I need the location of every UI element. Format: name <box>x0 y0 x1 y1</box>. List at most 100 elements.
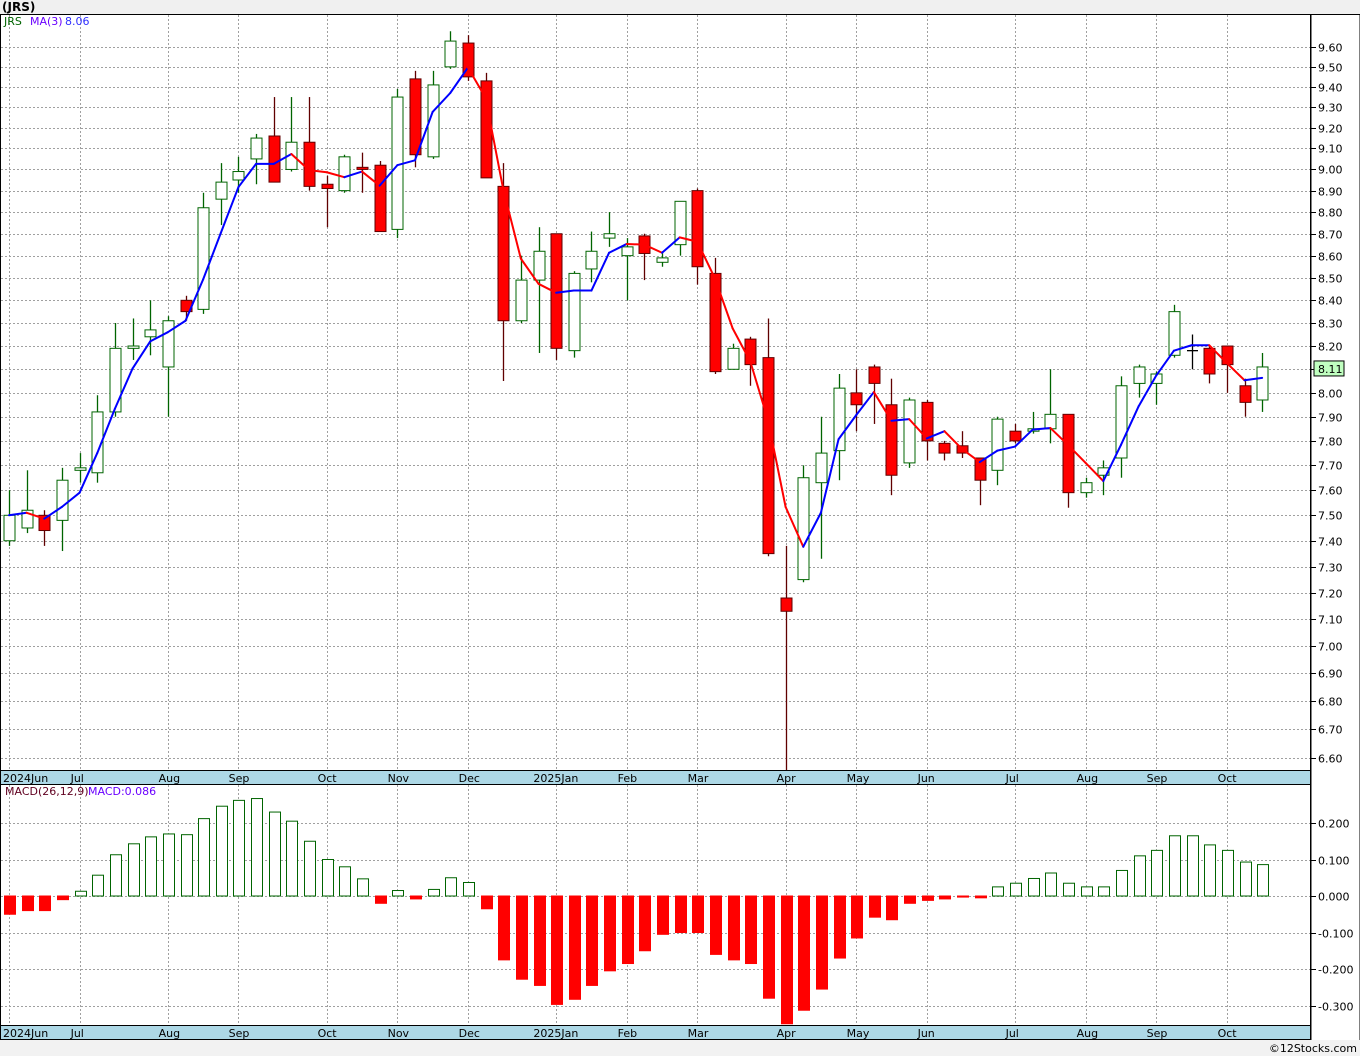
macd-bar <box>286 820 298 897</box>
macd-bar <box>692 895 704 933</box>
price-tick-label: 7.70 <box>1318 460 1343 473</box>
macd-bar <box>498 895 510 961</box>
date-tick-label: Aug <box>1077 772 1098 785</box>
candle <box>197 192 210 314</box>
macd-tick-label: -0.300 <box>1318 1001 1353 1014</box>
candle-body <box>215 181 228 200</box>
candle-body <box>691 190 704 268</box>
macd-bar <box>463 881 475 897</box>
candle <box>797 465 810 583</box>
macd-bar <box>181 834 193 897</box>
date-tick-label: Sep <box>1147 1027 1168 1040</box>
price-tick-label: 9.10 <box>1318 143 1343 156</box>
candle-body <box>727 347 740 370</box>
date-tick-label: Nov <box>388 772 410 785</box>
candle <box>409 70 422 168</box>
macd-bar <box>1028 877 1040 897</box>
date-tick-label: Aug <box>1077 1027 1098 1040</box>
macd-bar <box>304 840 316 897</box>
candle-body <box>144 329 157 338</box>
date-tick-label: Apr <box>777 1027 797 1040</box>
price-tick-label: 7.40 <box>1318 536 1343 549</box>
candle-body <box>197 207 210 310</box>
macd-bar <box>392 890 404 897</box>
candle-body <box>1256 366 1269 401</box>
macd-bar <box>639 895 651 952</box>
macd-bar <box>1010 882 1022 897</box>
candle-body <box>338 156 351 192</box>
candle-body <box>250 137 263 160</box>
chart-title: (JRS) <box>2 0 35 14</box>
macd-bar <box>163 833 175 897</box>
candle <box>338 154 351 193</box>
date-tick-label: Feb <box>618 1027 637 1040</box>
date-tick-label: Apr <box>777 772 797 785</box>
date-tick-label: May <box>847 772 870 785</box>
macd-bar <box>992 886 1004 897</box>
candle <box>568 271 581 358</box>
macd-tick-label: -0.100 <box>1318 928 1353 941</box>
price-tick-label: 8.80 <box>1318 207 1343 220</box>
legend-ma-label: MA(3) <box>30 15 63 28</box>
date-axis-bottom <box>0 1025 1311 1040</box>
candle-body <box>762 357 775 555</box>
price-tick-label: 9.40 <box>1318 82 1343 95</box>
price-tick-label: 7.80 <box>1318 436 1343 449</box>
date-tick-label: Feb <box>618 772 637 785</box>
macd-bar <box>939 895 951 900</box>
candle-body <box>621 246 634 257</box>
macd-bar <box>904 895 916 904</box>
candle-body <box>1115 385 1128 459</box>
candle <box>374 161 387 233</box>
date-tick-label: Nov <box>388 1027 410 1040</box>
date-tick-label: Jun <box>917 772 935 785</box>
date-tick-label: Aug <box>159 772 180 785</box>
copyright: ©12Stocks.com <box>1269 1042 1357 1055</box>
candle-body <box>938 442 951 454</box>
candle-body <box>232 171 245 181</box>
macd-bar <box>410 895 422 900</box>
macd-legend-label: MACD(26,12,9) <box>5 785 89 798</box>
macd-bar <box>869 895 881 918</box>
macd-bar <box>216 805 228 897</box>
macd-bar <box>622 895 634 965</box>
candle-body <box>321 183 334 189</box>
macd-bar <box>534 895 546 986</box>
candle-body <box>868 366 881 384</box>
candle-body <box>991 418 1004 471</box>
date-tick-label: Jul <box>70 1027 84 1040</box>
candle-body <box>833 387 846 452</box>
macd-bar <box>145 836 157 897</box>
candle-body <box>1133 366 1146 384</box>
candle-body <box>1239 385 1252 403</box>
macd-tick-label: 0.100 <box>1318 855 1350 868</box>
macd-bar <box>269 811 281 897</box>
date-tick-label: Oct <box>318 1027 338 1040</box>
price-tick-label: 7.90 <box>1318 412 1343 425</box>
price-tick-label: 7.20 <box>1318 588 1343 601</box>
stock-chart: (JRS) 6.60 6.70 6.80 6.90 7.00 7.10 7.20 7.30 7.… <box>0 0 1360 1056</box>
macd-bar <box>1187 835 1199 897</box>
macd-tick-label: 0.200 <box>1318 818 1350 831</box>
candle-body <box>56 479 69 521</box>
candle-body <box>850 392 863 406</box>
price-tick-label: 6.60 <box>1318 753 1343 766</box>
macd-bar <box>39 895 51 912</box>
macd-bar <box>957 895 969 898</box>
macd-bar <box>586 895 598 986</box>
macd-bar <box>1045 872 1057 897</box>
price-tick-label: 8.90 <box>1318 186 1343 199</box>
price-tick-label: 7.00 <box>1318 641 1343 654</box>
candle <box>903 397 916 468</box>
price-tick-label: 9.30 <box>1318 102 1343 115</box>
price-tick-label: 8.60 <box>1318 251 1343 264</box>
date-tick-label: Oct <box>1218 772 1238 785</box>
candle-body <box>815 452 828 484</box>
candle-body <box>374 164 387 233</box>
macd-bar <box>233 799 245 897</box>
candle-body <box>780 597 793 612</box>
candle-body <box>568 272 581 352</box>
date-tick-label: Jul <box>70 772 84 785</box>
price-tick-label: 8.70 <box>1318 229 1343 242</box>
price-tick-label: 8.20 <box>1318 341 1343 354</box>
